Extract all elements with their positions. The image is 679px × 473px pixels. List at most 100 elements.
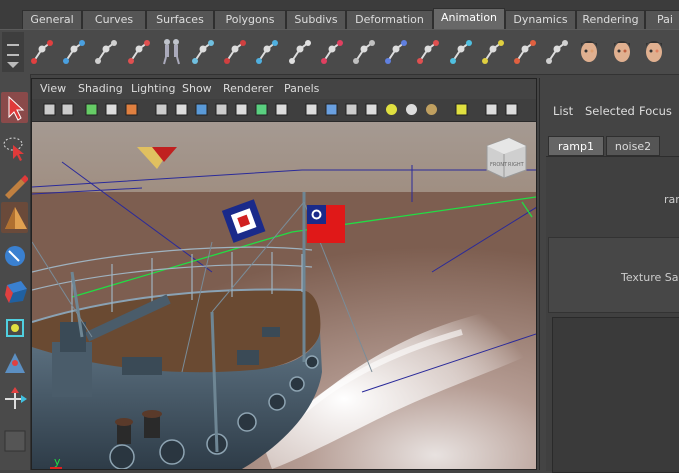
shelf-menu-button[interactable] <box>2 32 24 72</box>
xray-icon[interactable] <box>234 102 249 117</box>
default-light-icon[interactable] <box>384 102 399 117</box>
soft-modify-icon[interactable] <box>1 348 28 379</box>
joint-tool-icon[interactable] <box>221 35 249 67</box>
checker-icon-glyph <box>365 103 378 116</box>
full-body-ik-icon[interactable] <box>543 35 571 67</box>
shelf-tab-curves[interactable]: Curves <box>82 10 146 29</box>
lasso-tool-icon[interactable] <box>1 132 28 163</box>
shelf-tab-deformation[interactable]: Deformation <box>346 10 433 29</box>
move-tool-icon[interactable] <box>1 202 28 233</box>
ik-spline-icon[interactable] <box>414 35 442 67</box>
viewport-menu-lighting[interactable]: Lighting <box>131 82 175 95</box>
wireframe-cube-icon[interactable] <box>304 102 319 117</box>
bend-deformer-icon[interactable] <box>60 35 88 67</box>
film-gate-icon-glyph <box>505 103 518 116</box>
insert-joint-icon[interactable] <box>253 35 281 67</box>
reroot-joint-icon-glyph <box>320 40 343 64</box>
flat-shade-icon[interactable] <box>214 102 229 117</box>
textured-cube-icon[interactable] <box>344 102 359 117</box>
ik-handle-icon[interactable] <box>189 35 217 67</box>
viewport-scene[interactable]: FRONT RIGHT y <box>32 122 536 469</box>
shelf-tab-general[interactable]: General <box>22 10 82 29</box>
shelf-tab-animation[interactable]: Animation <box>433 8 505 29</box>
shelf-tab-subdivs[interactable]: Subdivs <box>286 10 346 29</box>
resolution-gate-icon[interactable] <box>484 102 499 117</box>
orient-joint-icon[interactable] <box>350 35 378 67</box>
shelf-tab-dynamics[interactable]: Dynamics <box>505 10 576 29</box>
scale-tool-icon[interactable] <box>1 274 28 305</box>
textured-cube-icon-glyph <box>345 103 358 116</box>
toolbox <box>0 74 31 470</box>
rotate-tool-icon[interactable] <box>1 240 28 271</box>
film-gate-icon[interactable] <box>504 102 519 117</box>
blend-shape-face-icon[interactable] <box>575 35 603 67</box>
select-tool-icon[interactable] <box>1 92 28 123</box>
checker-icon[interactable] <box>364 102 379 117</box>
wrinkle-face-icon[interactable] <box>608 35 636 67</box>
aim-constraint-icon[interactable] <box>511 35 539 67</box>
ik-spline-icon-glyph <box>417 40 440 64</box>
soft-modify-icon-glyph <box>5 352 25 373</box>
image-plane-icon[interactable] <box>104 102 119 117</box>
wireframe-toggle-icon[interactable] <box>154 102 169 117</box>
show-manipulator-icon[interactable] <box>1 384 28 415</box>
xray-icon-glyph <box>235 103 248 116</box>
textured-icon[interactable] <box>254 102 269 117</box>
ae-tab-ramp1[interactable]: ramp1 <box>548 136 604 156</box>
last-tool-icon[interactable] <box>1 426 28 457</box>
smooth-shade-icon[interactable] <box>194 102 209 117</box>
shaded-cube-icon[interactable] <box>324 102 339 117</box>
lasso-tool-icon-glyph <box>3 137 24 161</box>
bookmark-icon[interactable] <box>84 102 99 117</box>
ae-menu-selected[interactable]: Selected <box>585 104 635 118</box>
remove-joint-icon[interactable] <box>479 35 507 67</box>
scale-tool-icon-glyph <box>5 280 27 303</box>
shelf-tab-rendering[interactable]: Rendering <box>576 10 645 29</box>
grease-pencil-icon[interactable] <box>124 102 139 117</box>
ae-menu-focus[interactable]: Focus <box>639 104 672 118</box>
textured-icon-glyph <box>255 103 268 116</box>
text-label-icon[interactable] <box>274 102 289 117</box>
reroot-joint-icon[interactable] <box>318 35 346 67</box>
lattice-icon[interactable] <box>92 35 120 67</box>
camera-attributes-icon-glyph <box>61 103 74 116</box>
viewport-menu-shading[interactable]: Shading <box>78 82 123 95</box>
paint-select-icon-glyph <box>5 174 28 199</box>
attribute-editor-tabs: ramp1 noise2 <box>540 134 679 156</box>
viewport-menu-show[interactable]: Show <box>182 82 212 95</box>
mirror-joint-icon[interactable] <box>286 35 314 67</box>
viewport-menu-renderer[interactable]: Renderer <box>223 82 273 95</box>
attribute-editor: List Selected Focus ramp1noise2 ram Textur… <box>539 78 679 473</box>
paint-weights-face-icon[interactable] <box>640 35 668 67</box>
grid-icon[interactable] <box>174 102 189 117</box>
skeleton-joint-icon[interactable] <box>125 35 153 67</box>
section-label: Texture Sam <box>621 271 679 284</box>
text-label-icon-glyph <box>275 103 288 116</box>
ae-tab-noise2[interactable]: noise2 <box>606 136 660 156</box>
all-lights-icon[interactable] <box>404 102 419 117</box>
insert-joint-icon-glyph <box>256 40 279 64</box>
shelf-tab-polygons[interactable]: Polygons <box>214 10 286 29</box>
shadow-light-icon[interactable] <box>424 102 439 117</box>
grid-icon-glyph <box>175 103 188 116</box>
move-tool-icon-glyph <box>5 206 27 229</box>
ae-menu-list[interactable]: List <box>553 104 573 118</box>
isolate-select-icon[interactable] <box>454 102 469 117</box>
camera-select-icon[interactable] <box>42 102 57 117</box>
ae-frame: Texture Sam <box>548 237 679 313</box>
character-biped-icon[interactable] <box>157 35 185 67</box>
viewport-menu-view[interactable]: View <box>40 82 66 95</box>
last-tool-icon-glyph <box>4 430 26 451</box>
shelf-tab-surfaces[interactable]: Surfaces <box>146 10 214 29</box>
viewport-panel: View Shading Lighting Show Renderer Panels <box>31 78 537 470</box>
camera-attributes-icon[interactable] <box>60 102 75 117</box>
image-plane-icon-glyph <box>105 103 118 116</box>
wireframe-cube-icon-glyph <box>305 103 318 116</box>
viewport-menu-panels[interactable]: Panels <box>284 82 319 95</box>
paint-select-icon[interactable] <box>1 170 28 201</box>
bind-skin-icon[interactable] <box>382 35 410 67</box>
manipulator-tool-icon[interactable] <box>1 312 28 343</box>
set-key-icon[interactable] <box>28 35 56 67</box>
shelf-tab-pai[interactable]: Pai <box>645 10 679 29</box>
connect-joint-icon[interactable] <box>447 35 475 67</box>
